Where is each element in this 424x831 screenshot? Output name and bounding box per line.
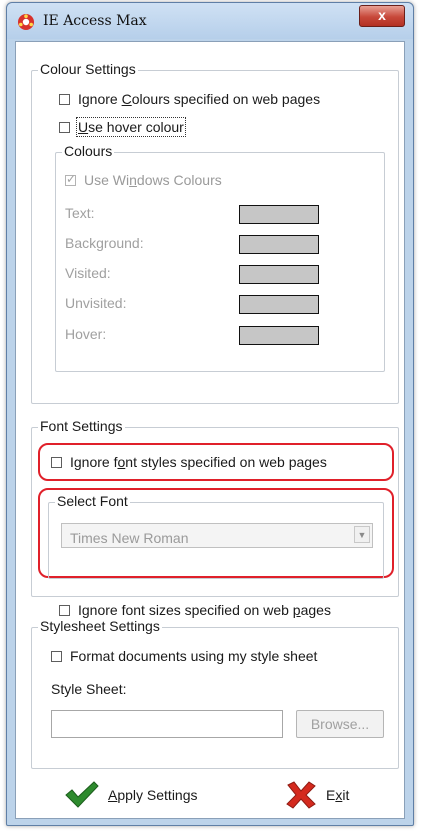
- checkbox-box[interactable]: [51, 456, 62, 468]
- checkmark-icon: ✓: [66, 171, 77, 186]
- font-settings-legend: Font Settings: [38, 418, 125, 434]
- close-x-icon: [286, 781, 316, 809]
- close-icon: x: [378, 7, 386, 23]
- apply-settings-label: Apply Settings: [108, 787, 198, 803]
- style-sheet-input[interactable]: [51, 710, 283, 738]
- ignore-colours-label: Ignore Colours specified on web pages: [78, 91, 321, 107]
- checkmark-icon: [65, 781, 99, 808]
- hover-colour-swatch[interactable]: [239, 326, 319, 345]
- hover-colour-label: Hover:: [65, 326, 107, 342]
- unvisited-colour-label: Unvisited:: [65, 295, 127, 311]
- unvisited-colour-swatch[interactable]: [239, 295, 319, 314]
- ignore-font-sizes-checkbox[interactable]: Ignore font sizes specified on web pages: [59, 602, 331, 618]
- colour-settings-legend: Colour Settings: [38, 61, 138, 77]
- font-select[interactable]: Times New Roman ▼: [61, 523, 373, 548]
- exit-label: Exit: [326, 787, 350, 803]
- use-windows-colours-label: Use Windows Colours: [84, 172, 222, 188]
- select-font-legend: Select Font: [55, 493, 130, 509]
- stylesheet-settings-legend: Stylesheet Settings: [38, 618, 162, 634]
- title-bar[interactable]: IE Access Max x: [7, 3, 413, 39]
- checkbox-box[interactable]: [59, 93, 70, 105]
- apply-settings-button[interactable]: Apply Settings: [64, 780, 198, 810]
- format-documents-checkbox[interactable]: Format documents using my style sheet: [51, 648, 317, 664]
- colours-legend: Colours: [62, 143, 115, 159]
- exit-button[interactable]: Exit: [284, 780, 349, 810]
- chevron-down-icon[interactable]: ▼: [354, 526, 370, 543]
- window-title: IE Access Max: [43, 13, 147, 29]
- use-hover-colour-label: Use hover colour: [76, 117, 186, 137]
- use-hover-colour-checkbox[interactable]: Use hover colour: [59, 117, 186, 137]
- font-select-value: Times New Roman: [70, 530, 189, 546]
- dialog-client-area: Colour Settings Ignore Colours specified…: [15, 41, 405, 819]
- colour-settings-group: Colour Settings Ignore Colours specified…: [31, 61, 399, 404]
- checkbox-box[interactable]: ✓: [65, 171, 77, 186]
- visited-colour-label: Visited:: [65, 265, 111, 281]
- format-documents-label: Format documents using my style sheet: [70, 648, 318, 664]
- stylesheet-settings-group: Stylesheet Settings Format documents usi…: [31, 618, 399, 769]
- colours-group: Colours ✓ Use Windows Colours Text: Back…: [55, 143, 385, 372]
- checkbox-box[interactable]: [59, 604, 70, 616]
- ignore-font-sizes-label: Ignore font sizes specified on web pages: [78, 602, 331, 618]
- ignore-font-styles-label: Ignore font styles specified on web page…: [70, 454, 327, 470]
- style-sheet-label: Style Sheet:: [51, 681, 127, 697]
- ignore-font-styles-checkbox[interactable]: Ignore font styles specified on web page…: [51, 454, 327, 470]
- checkbox-box[interactable]: [59, 121, 70, 133]
- use-windows-colours-checkbox[interactable]: ✓ Use Windows Colours: [65, 172, 222, 188]
- close-button[interactable]: x: [359, 5, 405, 27]
- ie-access-max-window: IE Access Max x Colour Settings Ignore C…: [6, 2, 414, 826]
- text-colour-label: Text:: [65, 205, 95, 221]
- ignore-colours-checkbox[interactable]: Ignore Colours specified on web pages: [59, 91, 320, 107]
- text-colour-swatch[interactable]: [239, 205, 319, 224]
- select-font-group: Select Font Times New Roman ▼: [48, 493, 384, 579]
- browse-button[interactable]: Browse...: [296, 710, 384, 738]
- visited-colour-swatch[interactable]: [239, 265, 319, 284]
- background-colour-label: Background:: [65, 235, 144, 251]
- checkbox-box[interactable]: [51, 650, 62, 662]
- font-settings-group: Font Settings Ignore font styles specifi…: [31, 418, 399, 618]
- app-logo-icon: [18, 14, 34, 30]
- background-colour-swatch[interactable]: [239, 235, 319, 254]
